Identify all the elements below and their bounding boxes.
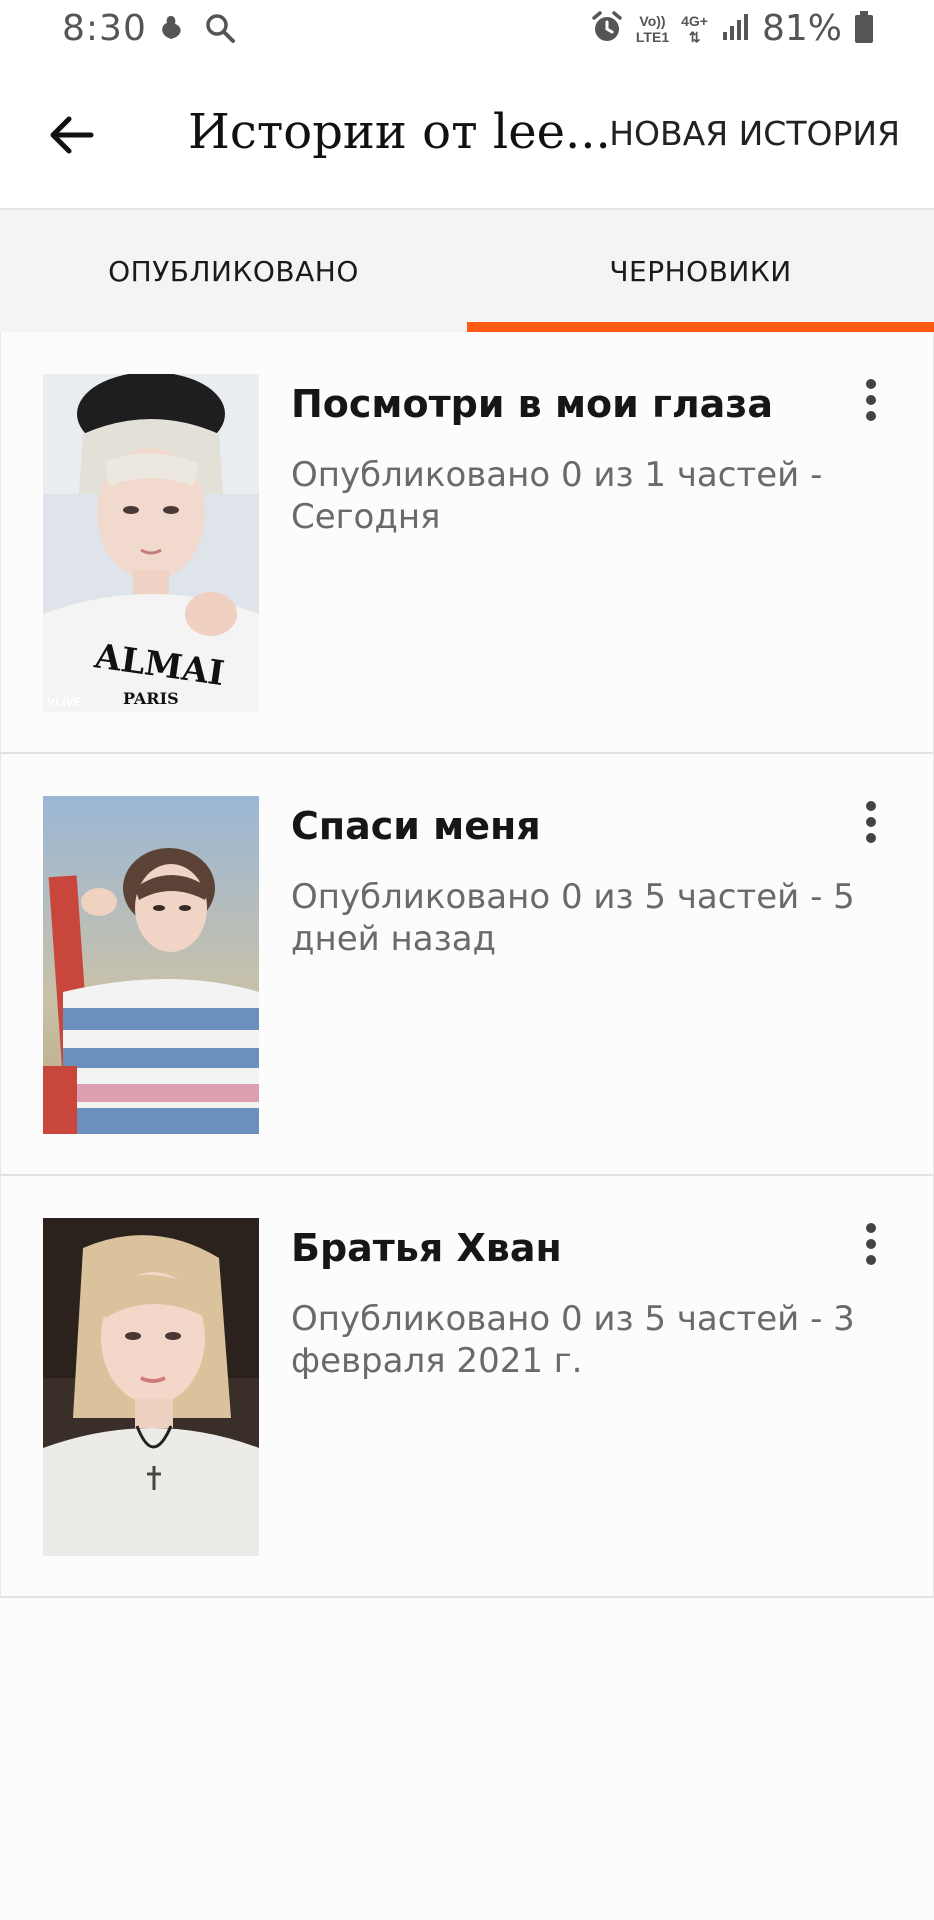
more-vert-icon-dot (866, 1223, 876, 1233)
cover-watermark: VLIVE (47, 695, 82, 709)
tab-drafts[interactable]: ЧЕРНОВИКИ (467, 210, 934, 332)
screen: 8:30 Vo)) LTE1 4G+ ⇅ 81% Истории от lee.… (0, 0, 934, 1920)
status-right: Vo)) LTE1 4G+ ⇅ 81% (590, 8, 874, 49)
battery-percent: 81% (761, 8, 842, 49)
story-meta: Опубликовано 0 из 5 частей - 5 дней наза… (291, 877, 855, 959)
more-vert-icon-dot (866, 395, 876, 405)
arrow-left-icon (50, 116, 94, 154)
story-meta: Опубликовано 0 из 5 частей - 3 февраля 2… (291, 1299, 855, 1381)
app-bar: Истории от lee... НОВАЯ ИСТОРИЯ (0, 62, 934, 210)
list-item[interactable]: Братья Хван Опубликовано 0 из 5 частей -… (0, 1176, 934, 1598)
signal-icon (720, 12, 750, 46)
more-vert-icon-dot (866, 379, 876, 389)
story-cover-image (43, 1218, 259, 1556)
app-notification-icon (156, 13, 186, 47)
lte-label: LTE1 (635, 28, 670, 45)
status-left-icons (156, 12, 236, 48)
more-options-button[interactable] (849, 792, 893, 852)
network-type-indicator: 4G+ ⇅ (681, 13, 708, 45)
more-vert-icon-dot (866, 1255, 876, 1265)
back-button[interactable] (36, 100, 106, 170)
status-bar: 8:30 Vo)) LTE1 4G+ ⇅ 81% (0, 0, 934, 62)
volte-indicator: Vo)) LTE1 (636, 13, 669, 45)
tabs: ОПУБЛИКОВАНО ЧЕРНОВИКИ (0, 210, 934, 332)
more-vert-icon-dot (866, 833, 876, 843)
story-title: Посмотри в мои глаза (291, 382, 774, 426)
story-cover-image: ALMAI PARIS VLIVE (43, 374, 259, 712)
more-vert-icon-dot (866, 1239, 876, 1249)
more-options-button[interactable] (849, 1214, 893, 1274)
search-icon (204, 12, 236, 48)
tab-published[interactable]: ОПУБЛИКОВАНО (0, 210, 467, 332)
volte-label: Vo)) (639, 12, 666, 29)
more-options-button[interactable] (849, 370, 893, 430)
more-vert-icon-dot (866, 817, 876, 827)
more-vert-icon-dot (866, 801, 876, 811)
list-item[interactable]: Спаси меня Опубликовано 0 из 5 частей - … (0, 754, 934, 1176)
story-cover-image (43, 796, 259, 1134)
new-story-button[interactable]: НОВАЯ ИСТОРИЯ (609, 114, 900, 153)
story-title: Спаси меня (291, 804, 541, 848)
story-meta: Опубликовано 0 из 1 частей - Сегодня (291, 455, 823, 537)
battery-icon (854, 10, 874, 48)
svg-text:PARIS: PARIS (123, 689, 179, 708)
status-time: 8:30 (62, 8, 147, 49)
list-item[interactable]: ALMAI PARIS VLIVE Посмотри в мои глаза О… (0, 332, 934, 754)
alarm-icon (590, 10, 624, 48)
page-title: Истории от lee... (188, 104, 611, 160)
story-title: Братья Хван (291, 1226, 562, 1270)
data-arrows-icon: ⇅ (688, 28, 701, 45)
network-type-label: 4G+ (681, 12, 708, 29)
more-vert-icon-dot (866, 411, 876, 421)
story-list: ALMAI PARIS VLIVE Посмотри в мои глаза О… (0, 332, 934, 1598)
